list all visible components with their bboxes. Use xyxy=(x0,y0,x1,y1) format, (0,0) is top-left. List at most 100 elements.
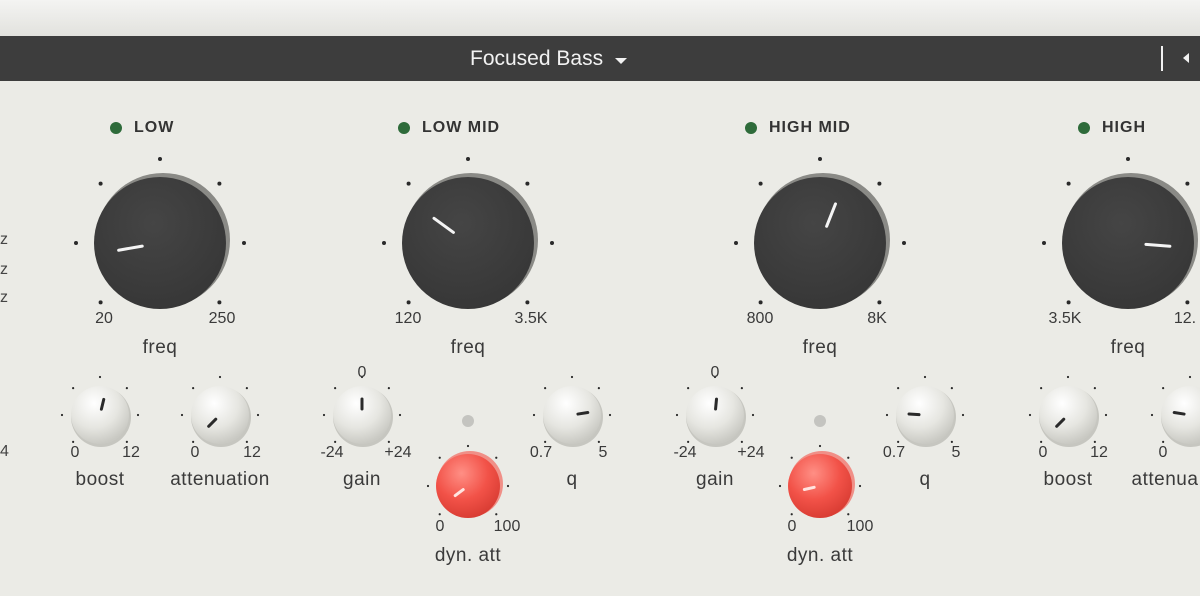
freq-knob-name: freq xyxy=(142,337,178,358)
edge-unit-label: z xyxy=(0,231,8,248)
scale-tick xyxy=(758,300,763,305)
gain-max-label: +24 xyxy=(737,444,765,461)
scale-tick xyxy=(322,413,326,417)
band-header-high[interactable]: HIGH xyxy=(1078,118,1146,138)
freq-max-label: 250 xyxy=(208,310,236,327)
freq-max-label: 8K xyxy=(867,310,887,327)
toolbar-divider xyxy=(1161,46,1163,71)
scale-tick xyxy=(1028,413,1032,417)
boost-max-label: 12 xyxy=(1090,444,1108,461)
attenuation-knob-name: attenuation xyxy=(170,469,270,490)
scale-tick xyxy=(532,413,536,417)
dyn-att-knob-name: dyn. att xyxy=(434,545,502,566)
band-enabled-led xyxy=(745,122,757,134)
band-enabled-led xyxy=(1078,122,1090,134)
scale-tick xyxy=(1066,375,1070,379)
scale-tick xyxy=(256,413,260,417)
q-min-label: 0.7 xyxy=(529,444,553,461)
high-mid-gain-knob[interactable] xyxy=(675,375,755,447)
high-attenuation-knob[interactable] xyxy=(1150,375,1200,447)
gain-min-label: -24 xyxy=(320,444,344,461)
high-mid-q-knob[interactable] xyxy=(885,375,965,447)
scale-tick xyxy=(570,375,574,379)
scale-tick xyxy=(438,456,441,459)
scale-tick xyxy=(136,413,140,417)
freq-knob-name: freq xyxy=(450,337,486,358)
scale-tick xyxy=(950,440,953,443)
scale-tick xyxy=(72,387,75,390)
freq-min-label: 20 xyxy=(95,310,113,327)
knob-pointer xyxy=(576,410,590,416)
high-mid-dyn-indicator xyxy=(814,415,826,427)
gain-knob-name: gain xyxy=(343,469,381,490)
low-mid-q-knob[interactable] xyxy=(532,375,612,447)
scale-tick xyxy=(334,440,337,443)
q-max-label: 5 xyxy=(951,444,961,461)
scale-tick xyxy=(1188,375,1192,379)
high-mid-dyn-att-knob[interactable] xyxy=(778,444,862,518)
scale-tick xyxy=(125,387,128,390)
scale-tick xyxy=(740,387,743,390)
high-freq-knob[interactable] xyxy=(1042,157,1200,309)
dyn-att-knob-name: dyn. att xyxy=(786,545,854,566)
scale-tick xyxy=(406,300,411,305)
scale-tick xyxy=(1042,241,1046,245)
freq-max-label: 12. xyxy=(1173,310,1197,327)
attenuation-min-label: 0 xyxy=(190,444,200,461)
band-title: HIGH xyxy=(1102,119,1146,136)
low-mid-dyn-att-knob[interactable] xyxy=(426,444,510,518)
band-title: LOW xyxy=(134,119,175,136)
scale-tick xyxy=(506,484,510,488)
band-header-low-mid[interactable]: LOW MID xyxy=(398,118,500,138)
scale-tick xyxy=(550,241,554,245)
scale-tick xyxy=(218,375,222,379)
chevron-down-icon xyxy=(615,57,628,64)
attenuation-min-label: 0 xyxy=(1158,444,1168,461)
knob-body xyxy=(1039,386,1097,444)
knob-body xyxy=(191,386,249,444)
freq-min-label: 3.5K xyxy=(1048,310,1082,327)
low-mid-gain-knob[interactable] xyxy=(322,375,402,447)
edge-unit-label: z xyxy=(0,289,8,306)
scale-tick xyxy=(1040,387,1043,390)
scale-tick xyxy=(242,241,246,245)
scale-tick xyxy=(1093,440,1096,443)
knob-body xyxy=(94,177,226,309)
gain-center-label: 0 xyxy=(710,364,720,381)
freq-min-label: 800 xyxy=(746,310,774,327)
low-boost-knob[interactable] xyxy=(60,375,140,447)
knob-body xyxy=(754,177,886,309)
knob-body xyxy=(333,386,391,444)
high-boost-knob[interactable] xyxy=(1028,375,1108,447)
scale-tick xyxy=(897,387,900,390)
scale-tick xyxy=(675,413,679,417)
attenuation-knob-name: attenua xyxy=(1131,469,1199,490)
knob-body xyxy=(1062,177,1194,309)
q-max-label: 5 xyxy=(598,444,608,461)
band-header-low[interactable]: LOW xyxy=(110,118,174,138)
band-header-high-mid[interactable]: HIGH MID xyxy=(745,118,851,138)
scale-tick xyxy=(1066,181,1071,186)
scale-tick xyxy=(758,181,763,186)
scale-tick xyxy=(1066,300,1071,305)
eq-panel: z z z 4 LOW LOW MID HIGH MID HIGH 20 250… xyxy=(0,81,1200,596)
scale-tick xyxy=(1040,440,1043,443)
previous-preset-arrow-icon[interactable] xyxy=(1183,53,1189,63)
q-min-label: 0.7 xyxy=(882,444,906,461)
low-mid-dyn-indicator xyxy=(462,415,474,427)
scale-tick xyxy=(778,484,782,488)
preset-bar: Focused Bass xyxy=(0,36,1200,81)
low-mid-freq-knob[interactable] xyxy=(382,157,554,309)
preset-selector[interactable]: Focused Bass xyxy=(470,36,628,81)
dyn-att-max-label: 100 xyxy=(846,518,874,535)
low-freq-knob[interactable] xyxy=(74,157,246,309)
scale-tick xyxy=(1185,181,1190,186)
window-top-strip xyxy=(0,0,1200,36)
scale-tick xyxy=(245,440,248,443)
low-attenuation-knob[interactable] xyxy=(180,375,260,447)
dyn-att-min-label: 0 xyxy=(435,518,445,535)
scale-tick xyxy=(406,181,411,186)
high-mid-freq-knob[interactable] xyxy=(734,157,906,309)
scale-tick xyxy=(847,456,850,459)
scale-tick xyxy=(597,440,600,443)
